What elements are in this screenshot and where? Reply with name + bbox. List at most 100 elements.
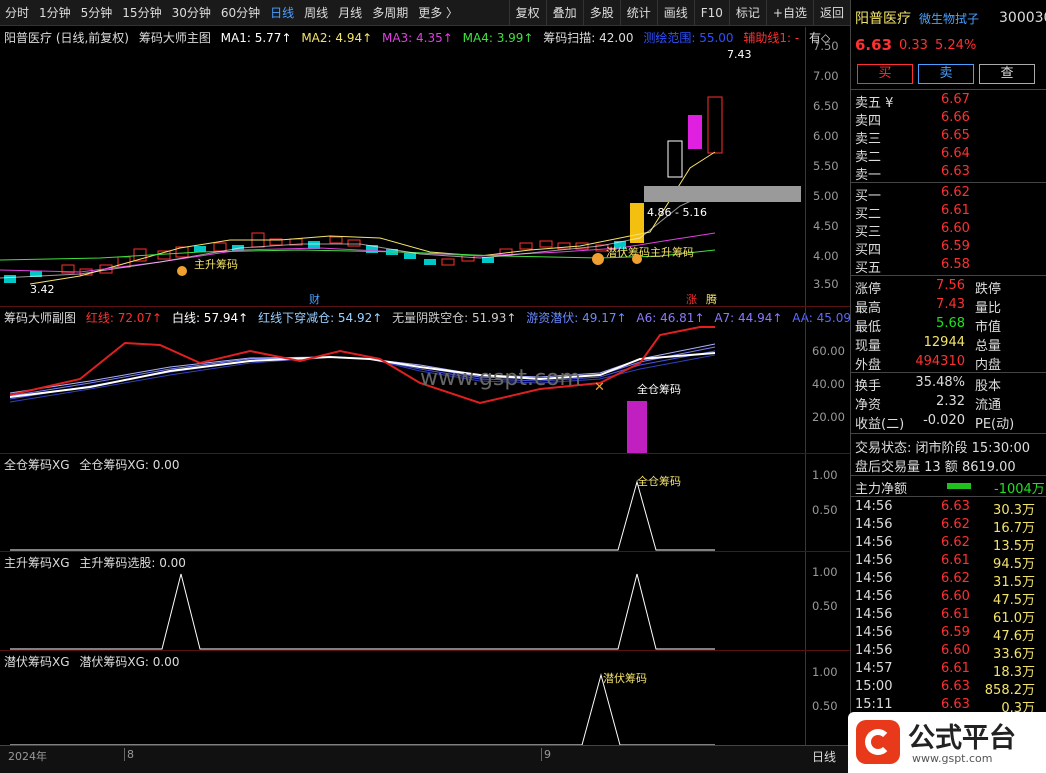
level-price: 6.61 [941,203,970,218]
period-tab[interactable]: 日线 [265,4,299,21]
level-label: 买五 [855,261,882,276]
bid-row[interactable]: 买一 6.62 [855,185,1045,204]
stat-label-2: 总量 [975,339,1002,354]
ask-row[interactable]: 卖三 6.65 [855,128,1045,147]
toolbar-button[interactable]: 统计 [619,0,657,26]
x-axis-bar: 2024年 8 9 日线 [0,745,850,773]
divider [851,496,1046,497]
toolbar-button[interactable]: F10 [693,0,729,26]
tick-time: 14:56 [855,589,893,604]
stat-label-2: 内盘 [975,358,1002,373]
net-flow-bar [947,483,971,489]
tick-price: 6.62 [941,571,970,586]
tick-price: 6.63 [941,499,970,514]
sub1-label: 全仓筹码 [637,382,681,396]
divider [851,475,1046,476]
tick-time: 14:56 [855,643,893,658]
tick-volume: 18.3万 [993,665,1035,680]
tick-time: 14:56 [855,625,893,640]
divider [851,372,1046,373]
tick-price: 6.62 [941,517,970,532]
stat-label: 换手 [855,379,882,394]
ask-row[interactable]: 卖五 ¥ 6.67 [855,92,1045,111]
toolbar-button[interactable]: +自选 [765,0,813,26]
sub4-tick: 1.00 [812,665,838,679]
toolbar-button[interactable]: 叠加 [545,0,583,26]
tag-teng[interactable]: 腾 [706,291,717,307]
level-price: 6.59 [941,239,970,254]
tick-time: 15:11 [855,697,893,712]
period-tab[interactable]: 周线 [299,4,333,21]
red-line [9,326,715,405]
stat-value: 7.56 [936,278,965,293]
level-price: 6.66 [941,110,970,125]
bid-row[interactable]: 买五 6.58 [855,257,1045,276]
toolbar-button[interactable]: 复权 [508,0,546,26]
stat-row: 外盘 494310 内盘 [855,354,1045,373]
divider [851,182,1046,183]
stat-label-2: 股本 [975,379,1002,394]
toolbar-button[interactable]: 返回 [812,0,850,26]
main-tick: 4.00 [813,249,839,263]
tick-price: 6.61 [941,607,970,622]
period-tab[interactable]: 1分钟 [34,4,76,21]
level-label: 卖二 [855,150,882,165]
stat-label-2: 流通 [975,398,1002,413]
stat-value: 7.43 [936,297,965,312]
cross-icon: ✕ [594,380,605,395]
level-price: 6.65 [941,128,970,143]
stat-row: 收益(二) -0.020 PE(动) [855,413,1045,432]
sub4-label: 潜伏筹码 [603,671,647,685]
stat-value: 12944 [923,335,965,350]
toolbar-button[interactable]: 画线 [656,0,694,26]
toolbar-button[interactable]: 多股 [582,0,620,26]
tick-time: 15:00 [855,679,893,694]
query-button[interactable]: 查 [979,64,1035,84]
level-label: 卖三 [855,132,882,147]
period-toolbar: 分时 1分钟 5分钟 15分钟 30分钟 60分钟 日线 周线 月线 多周期 更多 〉 复权 叠加 多股… [0,0,850,26]
tick-time: 14:56 [855,607,893,622]
high-label: 7.43 [727,48,752,61]
toolbar-button[interactable]: 标记 [728,0,766,26]
period-tab[interactable]: 60分钟 [216,4,265,21]
ask-row[interactable]: 卖一 6.63 [855,164,1045,183]
stock-sector[interactable]: 微生物拭子 [919,10,979,27]
tick-time: 14:56 [855,553,893,568]
sub4-svg: 潜伏筹码 [10,671,715,746]
tag-finance[interactable]: 财 [309,291,320,307]
buy-button[interactable]: 买 [857,64,913,84]
period-tab[interactable]: 多周期 [367,4,413,21]
main-chart-svg: 4.86 - 5.16 7.43 3.42 主升筹码 潜伏筹码主升筹码 [0,48,801,296]
period-tab[interactable]: 更多 〉 [413,4,463,21]
bid-row[interactable]: 买三 6.60 [855,221,1045,240]
period-tab[interactable]: 30分钟 [167,4,216,21]
period-tab[interactable]: 分时 [0,4,34,21]
tick-time: 14:57 [855,661,893,676]
net-flow-value: -1004万 [994,482,1045,497]
bid-row[interactable]: 买二 6.61 [855,203,1045,222]
period-tab[interactable]: 15分钟 [117,4,166,21]
tag-limit-up[interactable]: 涨 [686,291,697,307]
sub2-svg: 全仓筹码 [10,474,715,551]
stat-label: 涨停 [855,282,882,297]
stat-label-2: 市值 [975,320,1002,335]
period-label[interactable]: 日线 [812,748,836,765]
app-window: { "toolbar": { "periods": ["分时","1分钟","5… [0,0,1046,773]
main-tick: 6.00 [813,129,839,143]
last-price: 6.63 [855,36,893,54]
tick-row: 14:56 6.63 30.3万 [855,499,1045,518]
tick-volume: 16.7万 [993,521,1035,536]
tick-price: 6.60 [941,589,970,604]
sell-button[interactable]: 卖 [918,64,974,84]
trade-state: 交易状态: 闭市阶段 15:30:00 [855,441,1031,456]
sub3-line [10,573,715,650]
stat-label-2: 量比 [975,301,1002,316]
bid-row[interactable]: 买四 6.59 [855,239,1045,258]
ask-row[interactable]: 卖四 6.66 [855,110,1045,129]
stat-row: 最高 7.43 量比 [855,297,1045,316]
ask-row[interactable]: 卖二 6.64 [855,146,1045,165]
stat-value: 494310 [915,354,965,369]
period-tab[interactable]: 月线 [333,4,367,21]
tick-row: 15:00 6.63 858.2万 [855,679,1045,698]
period-tab[interactable]: 5分钟 [76,4,118,21]
